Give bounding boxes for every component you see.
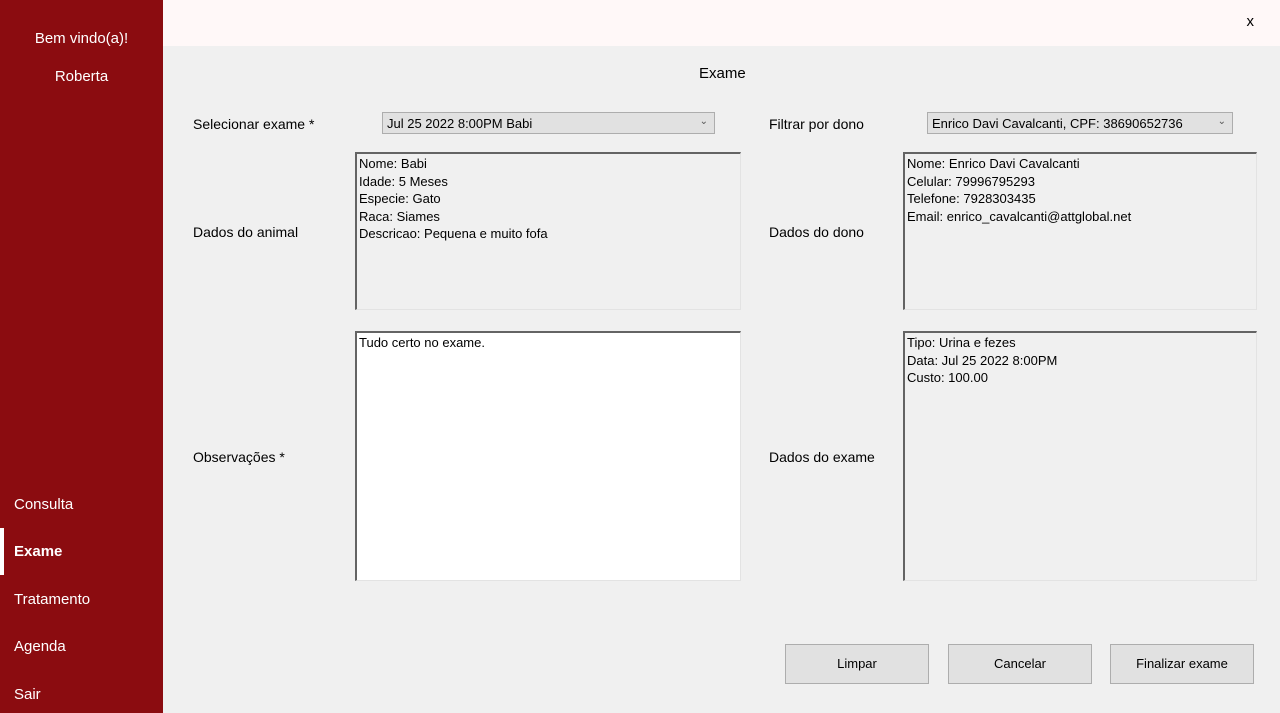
filter-owner-dropdown[interactable]: Enrico Davi Cavalcanti, CPF: 38690652736… (927, 112, 1233, 134)
sidebar-item-agenda[interactable]: Agenda (14, 638, 66, 655)
select-exam-value: Jul 25 2022 8:00PM Babi (387, 116, 533, 131)
filter-owner-value: Enrico Davi Cavalcanti, CPF: 38690652736 (932, 116, 1183, 131)
sidebar: Bem vindo(a)! Roberta Consulta Exame Tra… (0, 0, 163, 713)
exam-line: Tipo: Urina e fezes (907, 335, 1016, 350)
animal-line: Nome: Babi (359, 156, 427, 171)
animal-line: Idade: 5 Meses (359, 173, 448, 189)
observations-textarea[interactable]: Tudo certo no exame. (355, 331, 741, 581)
observations-text: Tudo certo no exame. (359, 335, 485, 350)
sidebar-item-exame[interactable]: Exame (14, 543, 62, 560)
animal-line: Raca: Siames (359, 208, 440, 224)
chevron-down-icon: ⌄ (699, 116, 708, 127)
animal-data-label: Dados do animal (193, 224, 299, 240)
select-exam-dropdown[interactable]: Jul 25 2022 8:00PM Babi ⌄ (382, 112, 715, 134)
exam-form: Exame Selecionar exame * Jul 25 2022 8:0… (163, 46, 1280, 713)
user-name: Roberta (54, 68, 109, 85)
owner-data-label: Dados do dono (769, 224, 864, 240)
owner-line: Email: enrico_cavalcanti@attglobal.net (907, 208, 1132, 224)
observations-label: Observações * (193, 449, 285, 465)
owner-data-textbox[interactable]: Nome: Enrico Davi Cavalcanti Celular: 79… (903, 152, 1257, 310)
sidebar-item-consulta[interactable]: Consulta (14, 496, 73, 513)
exam-line: Custo: 100.00 (907, 370, 988, 386)
exam-data-label: Dados do exame (769, 449, 875, 465)
active-nav-indicator (0, 528, 4, 575)
close-button[interactable]: x (1247, 13, 1255, 30)
page-title: Exame (699, 65, 746, 82)
chevron-down-icon: ⌄ (1217, 116, 1226, 127)
sidebar-item-tratamento[interactable]: Tratamento (14, 591, 90, 608)
exam-data-textbox[interactable]: Tipo: Urina e fezes Data: Jul 25 2022 8:… (903, 331, 1257, 581)
title-bar: x (163, 0, 1280, 46)
animal-data-textbox[interactable]: Nome: Babi Idade: 5 Meses Especie: Gato … (355, 152, 741, 310)
owner-line: Celular: 79996795293 (907, 173, 1035, 189)
animal-line: Descricao: Pequena e muito fofa (359, 226, 548, 242)
finish-exam-button[interactable]: Finalizar exame (1110, 644, 1254, 684)
owner-line: Telefone: 7928303435 (907, 191, 1036, 207)
select-exam-label: Selecionar exame * (193, 116, 315, 132)
exam-line: Data: Jul 25 2022 8:00PM (907, 352, 1058, 368)
welcome-text: Bem vindo(a)! (34, 30, 129, 47)
sidebar-item-sair[interactable]: Sair (14, 686, 41, 703)
filter-owner-label: Filtrar por dono (769, 116, 864, 132)
owner-line: Nome: Enrico Davi Cavalcanti (907, 156, 1080, 171)
animal-line: Especie: Gato (359, 191, 441, 207)
clear-button[interactable]: Limpar (785, 644, 929, 684)
cancel-button[interactable]: Cancelar (948, 644, 1092, 684)
